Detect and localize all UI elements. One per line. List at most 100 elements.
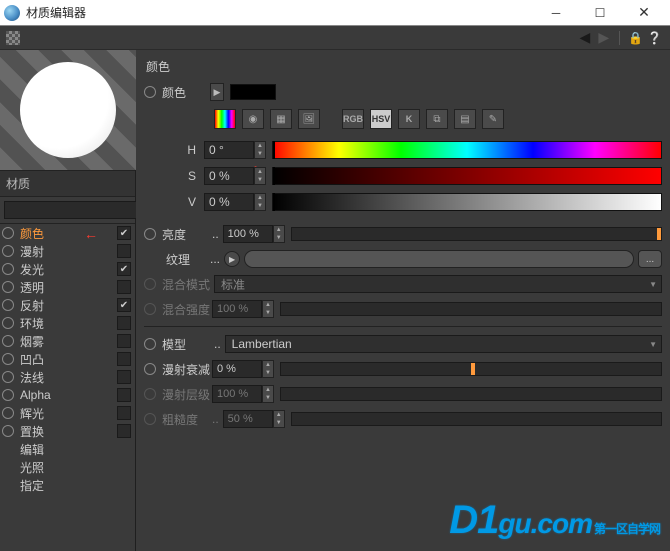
channel-row-指定[interactable]: 指定 — [0, 476, 135, 494]
channel-row-漫射[interactable]: 漫射 — [0, 242, 135, 260]
mixer-icon[interactable]: ⧉ — [426, 109, 448, 129]
texture-label: 纹理 — [166, 251, 206, 268]
channel-checkbox[interactable]: ✔ — [117, 226, 131, 240]
channel-checkbox[interactable]: ✔ — [117, 262, 131, 276]
model-label: 模型 — [162, 336, 214, 353]
blendmode-select[interactable]: 标准▼ — [214, 275, 662, 293]
hue-slider[interactable] — [272, 141, 662, 159]
channel-row-辉光[interactable]: 辉光 — [0, 404, 135, 422]
texture-browse-button[interactable]: ... — [638, 250, 662, 268]
image-picker-icon[interactable]: 🖼 — [298, 109, 320, 129]
channel-row-透明[interactable]: 透明 — [0, 278, 135, 296]
channel-label: 发光 — [18, 261, 113, 278]
channel-row-Alpha[interactable]: Alpha — [0, 386, 135, 404]
falloff-label: 漫射衰减 — [162, 361, 212, 378]
swatch-grid-icon[interactable]: ▤ — [454, 109, 476, 129]
channel-checkbox[interactable] — [117, 424, 131, 438]
layers-spinner: ▲▼ — [262, 385, 274, 403]
channel-checkbox[interactable] — [117, 316, 131, 330]
color-expand-button[interactable]: ▶ — [210, 83, 224, 101]
channel-ring-icon — [2, 245, 14, 257]
hsv-mode-button[interactable]: HSV — [370, 109, 392, 129]
channel-checkbox[interactable] — [117, 280, 131, 294]
sat-spinner[interactable]: ▲▼ — [254, 167, 266, 185]
channel-label: 辉光 — [18, 405, 113, 422]
channel-ring-icon — [2, 335, 14, 347]
channel-label: 置换 — [18, 423, 113, 440]
channel-row-烟雾[interactable]: 烟雾 — [0, 332, 135, 350]
falloff-spinner[interactable]: ▲▼ — [262, 360, 274, 378]
channel-row-光照[interactable]: 光照 — [0, 458, 135, 476]
texture-field[interactable] — [244, 250, 634, 268]
falloff-input[interactable]: 0 % — [212, 360, 262, 378]
channel-checkbox[interactable] — [117, 370, 131, 384]
layers-label: 漫射层级 — [162, 386, 212, 403]
title-bar: 材质编辑器 ─ ☐ ✕ — [0, 0, 670, 26]
brightness-input[interactable]: 100 % — [223, 225, 273, 243]
channel-row-置换[interactable]: 置换 — [0, 422, 135, 440]
wheel-picker-icon[interactable]: ◉ — [242, 109, 264, 129]
search-input[interactable] — [4, 201, 154, 219]
channel-checkbox[interactable]: ✔ — [117, 298, 131, 312]
eyedropper-icon[interactable]: ✎ — [482, 109, 504, 129]
layers-input: 100 % — [212, 385, 262, 403]
app-icon — [4, 5, 20, 21]
channel-label: 透明 — [18, 279, 113, 296]
channel-row-法线[interactable]: 法线 — [0, 368, 135, 386]
material-name[interactable]: 材质 — [0, 170, 135, 197]
blendmode-label: 混合模式 — [162, 276, 214, 293]
channel-list: 颜色✔←漫射发光✔透明反射✔环境烟雾凹凸法线Alpha辉光置换编辑光照指定 — [0, 224, 135, 551]
channel-label: 烟雾 — [18, 333, 113, 350]
param-ring-icon[interactable] — [144, 363, 156, 375]
minimize-button[interactable]: ─ — [534, 0, 578, 26]
swatches-icon[interactable]: ▦ — [270, 109, 292, 129]
channel-checkbox[interactable] — [117, 352, 131, 366]
channel-label: 颜色 — [18, 225, 113, 242]
channel-ring-icon — [2, 317, 14, 329]
grid-icon[interactable] — [6, 31, 20, 45]
help-icon[interactable]: ❔ — [647, 31, 662, 45]
falloff-slider[interactable] — [280, 362, 662, 376]
val-slider[interactable] — [272, 193, 662, 211]
channel-checkbox[interactable] — [117, 334, 131, 348]
hue-input[interactable]: 0 ° — [204, 141, 254, 159]
channel-row-编辑[interactable]: 编辑 — [0, 440, 135, 458]
texture-menu-button[interactable]: ▶ — [224, 251, 240, 267]
rgb-mode-button[interactable]: RGB — [342, 109, 364, 129]
param-ring-icon — [144, 278, 156, 290]
channel-row-环境[interactable]: 环境 — [0, 314, 135, 332]
channel-label: 指定 — [18, 477, 113, 494]
hue-spinner[interactable]: ▲▼ — [254, 141, 266, 159]
val-spinner[interactable]: ▲▼ — [254, 193, 266, 211]
k-mode-button[interactable]: K — [398, 109, 420, 129]
channel-ring-icon — [2, 371, 14, 383]
param-ring-icon[interactable] — [144, 338, 156, 350]
sat-input[interactable]: 0 % — [204, 167, 254, 185]
color-swatch[interactable] — [230, 84, 276, 100]
channel-checkbox[interactable] — [117, 406, 131, 420]
nav-fwd-icon[interactable]: ▶ — [598, 29, 609, 46]
channel-checkbox[interactable] — [117, 244, 131, 258]
close-button[interactable]: ✕ — [622, 0, 666, 26]
nav-back-icon[interactable]: ◀ — [580, 29, 591, 46]
sat-slider[interactable] — [272, 167, 662, 185]
channel-row-凹凸[interactable]: 凹凸 — [0, 350, 135, 368]
brightness-spinner[interactable]: ▲▼ — [273, 225, 285, 243]
maximize-button[interactable]: ☐ — [578, 0, 622, 26]
model-select[interactable]: Lambertian▼ — [225, 335, 662, 353]
param-ring-icon — [144, 413, 156, 425]
spectrum-picker-icon[interactable] — [214, 109, 236, 129]
brightness-slider[interactable] — [291, 227, 662, 241]
param-ring-icon[interactable] — [144, 228, 156, 240]
param-ring-icon[interactable] — [144, 86, 156, 98]
lock-icon[interactable]: 🔒 — [628, 31, 643, 45]
roughness-label: 粗糙度 — [162, 411, 212, 428]
channel-checkbox[interactable] — [117, 388, 131, 402]
val-input[interactable]: 0 % — [204, 193, 254, 211]
channel-label: 法线 — [18, 369, 113, 386]
material-preview[interactable] — [0, 50, 136, 170]
blendstrength-spinner: ▲▼ — [262, 300, 274, 318]
channel-row-颜色[interactable]: 颜色✔← — [0, 224, 135, 242]
channel-row-反射[interactable]: 反射✔ — [0, 296, 135, 314]
channel-row-发光[interactable]: 发光 ✔ — [0, 260, 135, 278]
